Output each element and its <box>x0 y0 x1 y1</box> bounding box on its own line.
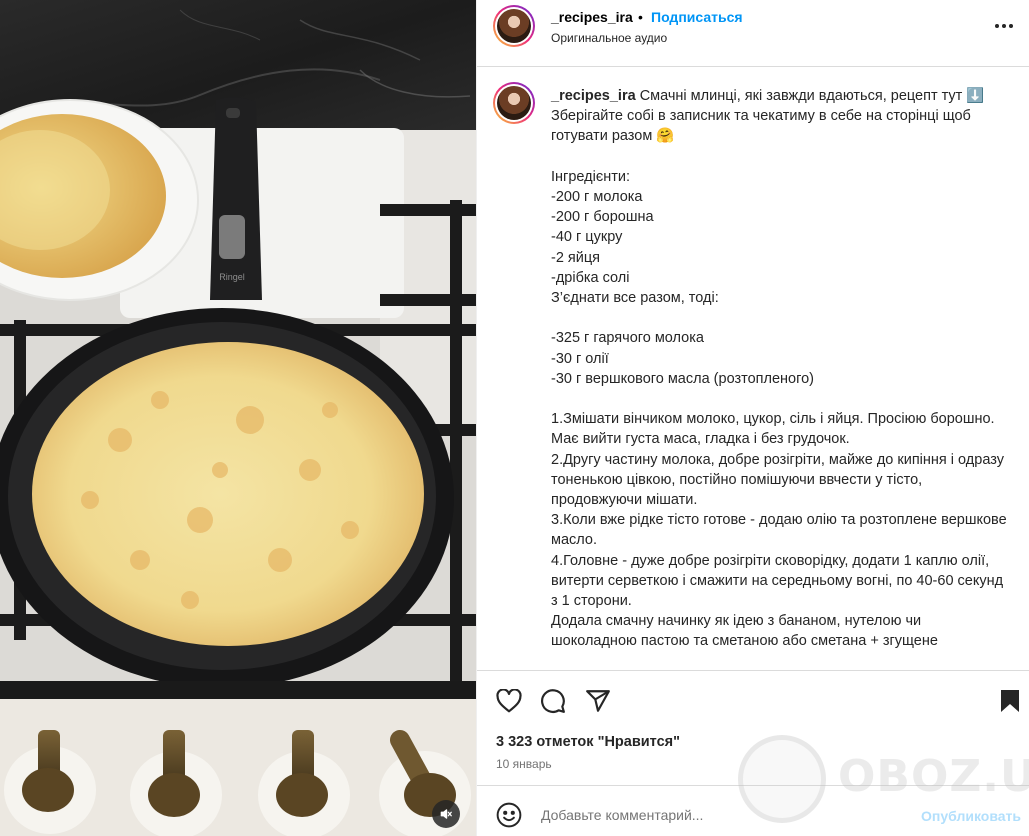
separator-dot: • <box>638 9 643 25</box>
comment-button[interactable] <box>539 687 567 715</box>
like-button[interactable] <box>495 687 523 715</box>
follow-button[interactable]: Подписаться <box>651 9 743 25</box>
emoji-icon <box>496 802 522 828</box>
more-horizontal-icon <box>995 24 1013 28</box>
action-bar: 3 323 отметок "Нравится" 10 январь <box>477 670 1029 785</box>
share-icon <box>586 690 610 712</box>
post-date[interactable]: 10 январь <box>496 757 552 771</box>
comment-input[interactable] <box>541 807 871 823</box>
comment-box: Опубликовать <box>477 785 1029 836</box>
post-header: _recipes_ira • Подписаться Оригинальное … <box>477 0 1029 67</box>
more-options-button[interactable] <box>992 14 1016 38</box>
bookmark-icon <box>1001 690 1019 712</box>
save-button[interactable] <box>996 687 1024 715</box>
author-username[interactable]: _recipes_ira <box>551 9 633 25</box>
share-button[interactable] <box>584 687 612 715</box>
mute-button[interactable] <box>432 800 460 828</box>
caption-body: Смачні млинці, які завжди вдаються, реце… <box>551 88 1007 650</box>
pancake-photo: Ringel <box>0 0 476 836</box>
post-panel: _recipes_ira • Подписаться Оригинальное … <box>476 0 1029 836</box>
comment-icon <box>541 689 565 714</box>
audio-link[interactable]: Оригинальное аудио <box>551 31 667 45</box>
volume-muted-icon <box>440 809 452 819</box>
pan-brand-label: Ringel <box>219 272 245 282</box>
post-media[interactable]: Ringel <box>0 0 476 836</box>
publish-button[interactable]: Опубликовать <box>921 808 1021 824</box>
caption-text: _recipes_ira Смачні млинці, які завжди в… <box>551 86 1011 652</box>
likes-count[interactable]: 3 323 отметок "Нравится" <box>496 734 680 750</box>
caption-area: _recipes_ira Смачні млинці, які завжди в… <box>477 68 1029 670</box>
caption-username[interactable]: _recipes_ira <box>551 88 636 104</box>
caption-avatar[interactable] <box>493 82 535 124</box>
avatar[interactable] <box>493 5 535 47</box>
heart-icon <box>496 689 522 713</box>
emoji-button[interactable] <box>495 801 523 829</box>
